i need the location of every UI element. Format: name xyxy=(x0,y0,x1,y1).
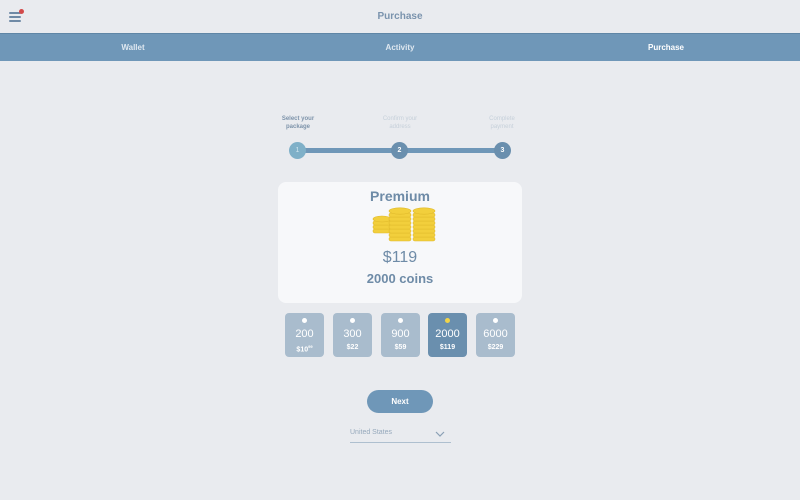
step-3-label: Complete payment xyxy=(472,115,532,131)
package-option-price: $119 xyxy=(439,344,456,351)
package-option-price: $22 xyxy=(346,344,359,351)
radio-dot-icon xyxy=(493,318,498,323)
tab-bar: Wallet Activity Purchase xyxy=(0,33,800,61)
package-option-300[interactable]: 300 $22 xyxy=(333,313,372,357)
step-1-node[interactable]: 1 xyxy=(289,142,306,159)
package-option-price: $59 xyxy=(394,344,407,351)
package-option-price: $229 xyxy=(487,344,504,351)
tab-activity[interactable]: Activity xyxy=(340,34,460,62)
package-option-price: $1099 xyxy=(285,344,324,353)
package-option-price-main: $10 xyxy=(296,346,309,354)
step-1-label: Select your package xyxy=(268,115,328,131)
package-option-200[interactable]: 200 $1099 xyxy=(285,313,324,357)
radio-dot-selected-icon xyxy=(445,318,450,323)
country-select-value: United States xyxy=(350,429,393,436)
package-option-amount: 300 xyxy=(343,328,362,340)
radio-dot-icon xyxy=(350,318,355,323)
tab-purchase[interactable]: Purchase xyxy=(606,34,726,62)
step-1-label-line2: package xyxy=(285,124,310,130)
package-price: $119 xyxy=(382,249,418,266)
package-name: Premium xyxy=(370,188,430,204)
step-2-node[interactable]: 2 xyxy=(391,142,408,159)
package-option-amount: 6000 xyxy=(483,328,508,340)
package-coin-amount: 2000 coins xyxy=(366,271,434,286)
country-select[interactable]: United States xyxy=(350,428,451,443)
step-3-node[interactable]: 3 xyxy=(494,142,511,159)
step-3-label-line1: Complete xyxy=(489,116,515,122)
tab-wallet[interactable]: Wallet xyxy=(73,34,193,62)
page-title: Purchase xyxy=(377,11,423,22)
package-option-amount: 900 xyxy=(391,328,410,340)
step-2-label-line2: address xyxy=(389,124,411,130)
coin-stacks-icon xyxy=(372,207,436,242)
package-option-price-cents: 99 xyxy=(308,344,313,349)
step-3-label-line2: payment xyxy=(490,124,514,130)
radio-dot-icon xyxy=(398,318,403,323)
step-2-label: Confirm your address xyxy=(370,115,430,131)
package-option-amount: 200 xyxy=(295,328,314,340)
step-1-label-line1: Select your xyxy=(281,116,315,122)
package-option-900[interactable]: 900 $59 xyxy=(381,313,420,357)
top-bar: Purchase xyxy=(0,0,800,33)
step-2-label-line1: Confirm your xyxy=(382,116,418,122)
package-option-amount: 2000 xyxy=(435,328,460,340)
package-summary-card: Premium $119 2000 coins xyxy=(278,182,522,303)
package-option-2000[interactable]: 2000 $119 xyxy=(428,313,467,357)
radio-dot-icon xyxy=(302,318,307,323)
package-option-6000[interactable]: 6000 $229 xyxy=(476,313,515,357)
chevron-down-icon xyxy=(435,431,445,437)
next-button[interactable]: Next xyxy=(367,390,433,413)
